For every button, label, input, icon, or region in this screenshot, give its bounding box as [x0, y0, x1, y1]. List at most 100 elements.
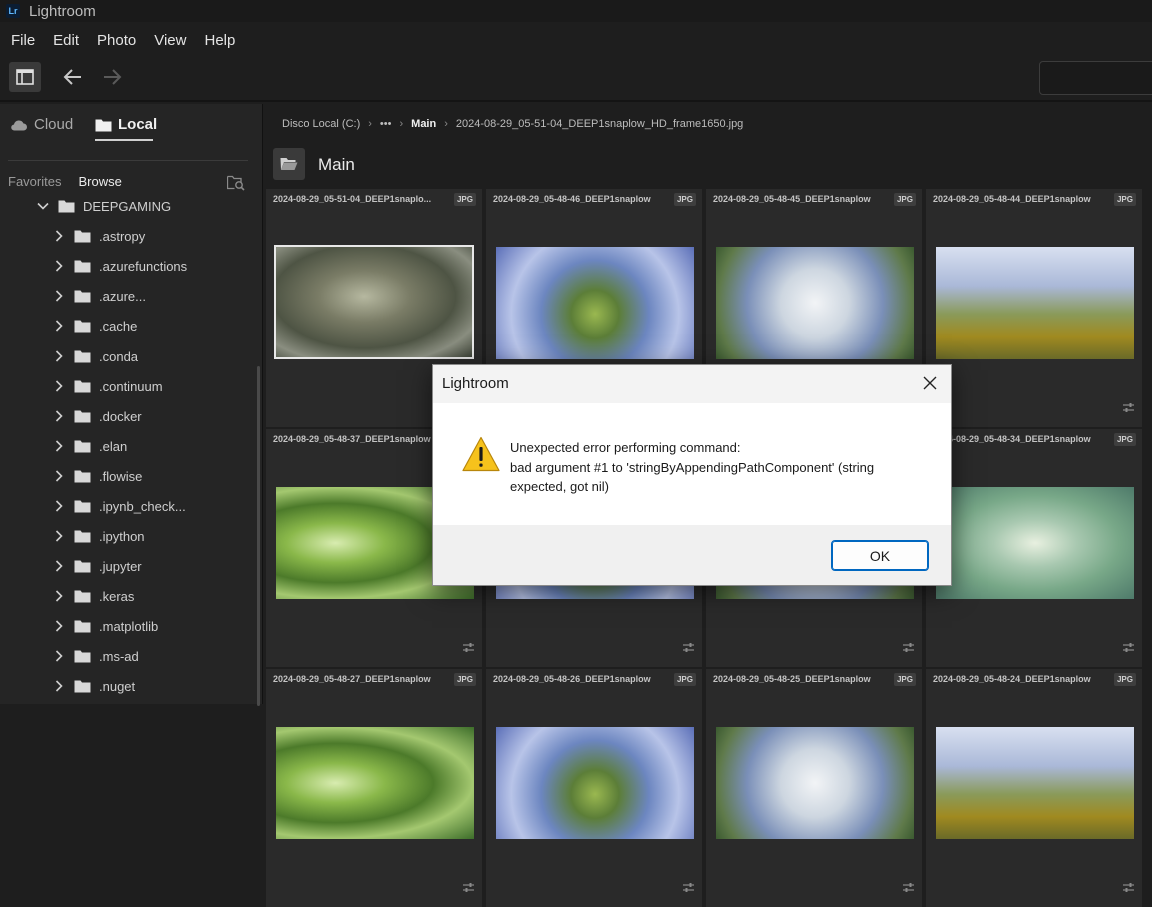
sidebar-folder-item[interactable]: .jupyter	[52, 551, 142, 581]
chevron-right-icon[interactable]	[52, 560, 66, 572]
photo-thumbnail[interactable]	[716, 727, 914, 839]
sidebar-folder-item[interactable]: .azure...	[52, 281, 146, 311]
sidebar-folder-label: .ipynb_check...	[99, 498, 186, 514]
back-button[interactable]	[62, 66, 84, 88]
chevron-right-icon[interactable]	[52, 650, 66, 662]
source-tabs: Cloud Local	[0, 104, 262, 160]
tab-cloud[interactable]: Cloud	[10, 116, 73, 133]
folder-icon	[74, 320, 91, 332]
sidebar-folder-item[interactable]: .ipython	[52, 521, 145, 551]
ok-button[interactable]: OK	[831, 540, 929, 571]
adjust-icon[interactable]	[903, 879, 914, 897]
sidebar-folder-item[interactable]: .elan	[52, 431, 127, 461]
tab-browse[interactable]: Browse	[78, 174, 121, 189]
open-folder-icon	[280, 158, 298, 170]
photo-tile[interactable]: 2024-08-29_05-48-44_DEEP1snaplow JPG	[926, 189, 1142, 427]
search-input[interactable]	[1039, 61, 1152, 95]
menu-bar: File Edit Photo View Help	[0, 26, 1152, 54]
tab-cloud-label: Cloud	[34, 116, 74, 133]
photo-tile[interactable]: 2024-08-29_05-48-24_DEEP1snaplow JPG	[926, 669, 1142, 907]
menu-photo[interactable]: Photo	[90, 32, 143, 49]
menu-view[interactable]: View	[147, 32, 193, 49]
photo-thumbnail[interactable]	[936, 487, 1134, 599]
chevron-right-icon[interactable]	[52, 320, 66, 332]
photo-thumbnail[interactable]	[274, 245, 474, 359]
menu-file[interactable]: File	[4, 32, 42, 49]
tree-root[interactable]: DEEPGAMING	[36, 191, 171, 221]
photo-thumbnail[interactable]	[936, 247, 1134, 359]
sidebar-folder-label: .flowise	[99, 468, 143, 484]
sidebar-folder-item[interactable]: .continuum	[52, 371, 163, 401]
sidebar-scrollbar[interactable]	[257, 366, 260, 706]
sidebar-folder-item[interactable]: .keras	[52, 581, 134, 611]
adjust-icon[interactable]	[1123, 639, 1134, 657]
sidebar-folder-label: .jupyter	[99, 558, 142, 574]
chevron-right-icon[interactable]	[52, 680, 66, 692]
adjust-icon[interactable]	[683, 639, 694, 657]
sidebar-folder-item[interactable]: .astropy	[52, 221, 145, 251]
sidebar-folder-item[interactable]: .flowise	[52, 461, 142, 491]
folder-icon	[74, 560, 91, 572]
tab-local[interactable]: Local	[95, 116, 157, 141]
adjust-icon[interactable]	[903, 639, 914, 657]
photo-tile[interactable]: 2024-08-29_05-48-27_DEEP1snaplow JPG	[266, 669, 482, 907]
chevron-right-icon: ›	[399, 118, 404, 130]
chevron-right-icon[interactable]	[52, 440, 66, 452]
dialog-close-button[interactable]	[923, 376, 937, 395]
sidebar-folder-item[interactable]: .docker	[52, 401, 142, 431]
sidebar-folder-item[interactable]: .conda	[52, 341, 138, 371]
sidebar-folder-item[interactable]: .matplotlib	[52, 611, 158, 641]
folder-search-button[interactable]	[226, 175, 245, 196]
chevron-right-icon[interactable]	[52, 260, 66, 272]
sidebar-folder-item[interactable]: .ipynb_check...	[52, 491, 186, 521]
sub-tabs: Favorites Browse	[8, 174, 122, 189]
file-type-badge: JPG	[1113, 433, 1136, 446]
adjust-icon[interactable]	[683, 879, 694, 897]
breadcrumb-drive[interactable]: Disco Local (C:)	[282, 118, 360, 130]
chevron-right-icon[interactable]	[52, 500, 66, 512]
chevron-right-icon[interactable]	[52, 530, 66, 542]
sidebar-folder-item[interactable]: .ms-ad	[52, 641, 139, 671]
sidebar-folder-item[interactable]: .nuget	[52, 671, 135, 701]
sidebar-folder-item[interactable]: .cache	[52, 311, 137, 341]
open-folder-button[interactable]	[273, 148, 305, 180]
chevron-right-icon[interactable]	[52, 380, 66, 392]
adjust-icon[interactable]	[1123, 879, 1134, 897]
adjust-icon[interactable]	[1123, 399, 1134, 417]
forward-button[interactable]	[101, 66, 123, 88]
chevron-right-icon[interactable]	[52, 470, 66, 482]
chevron-right-icon[interactable]	[52, 350, 66, 362]
chevron-down-icon[interactable]	[36, 202, 50, 210]
photo-tile[interactable]: 2024-08-29_05-48-26_DEEP1snaplow JPG	[486, 669, 702, 907]
chevron-right-icon[interactable]	[52, 290, 66, 302]
panel-toggle-button[interactable]	[9, 62, 41, 92]
dialog-footer: OK	[433, 525, 951, 585]
tab-favorites[interactable]: Favorites	[8, 174, 61, 189]
folder-icon	[74, 260, 91, 272]
chevron-right-icon[interactable]	[52, 590, 66, 602]
breadcrumb-ellipsis[interactable]: •••	[380, 118, 392, 130]
chevron-right-icon[interactable]	[52, 230, 66, 242]
chevron-right-icon[interactable]	[52, 410, 66, 422]
menu-edit[interactable]: Edit	[46, 32, 86, 49]
folder-search-icon	[226, 175, 245, 191]
photo-thumbnail[interactable]	[276, 727, 474, 839]
sidebar-folder-item[interactable]: .azurefunctions	[52, 251, 187, 281]
photo-thumbnail[interactable]	[496, 247, 694, 359]
title-bar: Lr Lightroom	[0, 0, 1152, 22]
breadcrumb-current[interactable]: Main	[411, 118, 436, 130]
adjust-icon[interactable]	[463, 639, 474, 657]
close-icon	[923, 376, 937, 390]
warning-icon	[462, 436, 500, 477]
sidebar-folder-label: .nuget	[99, 678, 136, 694]
sidebar-folder-label: .keras	[99, 588, 135, 604]
photo-tile[interactable]: 2024-08-29_05-48-34_DEEP1snaplow JPG	[926, 429, 1142, 667]
photo-thumbnail[interactable]	[496, 727, 694, 839]
menu-help[interactable]: Help	[197, 32, 242, 49]
chevron-right-icon[interactable]	[52, 620, 66, 632]
adjust-icon[interactable]	[463, 879, 474, 897]
folder-icon	[74, 590, 91, 602]
photo-thumbnail[interactable]	[716, 247, 914, 359]
photo-thumbnail[interactable]	[936, 727, 1134, 839]
photo-tile[interactable]: 2024-08-29_05-48-25_DEEP1snaplow JPG	[706, 669, 922, 907]
